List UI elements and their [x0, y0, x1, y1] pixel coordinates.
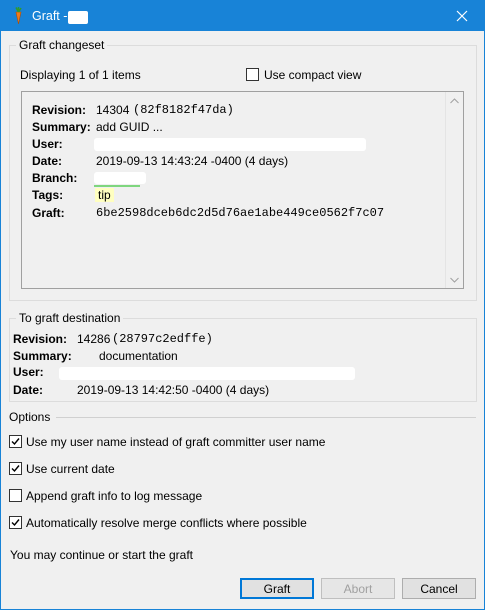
option-use-my-username-checkbox[interactable]: [9, 435, 22, 448]
graft-dialog: Graft - Graft changeset Displaying 1 of …: [0, 0, 485, 610]
checkmark-icon: [11, 519, 20, 527]
displaying-count: Displaying 1 of 1 items: [20, 68, 141, 82]
chevron-down-icon: [450, 277, 459, 283]
options-heading: Options: [9, 410, 51, 424]
window-title: Graft -: [32, 9, 68, 23]
cs-tags-label: Tags:: [32, 188, 64, 202]
option-auto-resolve-checkbox[interactable]: [9, 516, 22, 529]
redacted-dest-user-value: [59, 367, 355, 380]
scroll-up-button[interactable]: [446, 92, 463, 109]
branch-tag-underline: [94, 185, 140, 187]
vertical-scrollbar[interactable]: [445, 92, 463, 288]
cs-revision-label: Revision:: [32, 103, 87, 117]
dest-date-value: 2019-09-13 14:42:50 -0400 (4 days): [77, 383, 270, 397]
option-append-graft-info-checkbox[interactable]: [9, 489, 22, 502]
cs-date-label: Date:: [32, 154, 63, 168]
scroll-down-button[interactable]: [446, 271, 463, 288]
close-icon: [456, 10, 468, 22]
graft-destination-legend: To graft destination: [16, 311, 124, 325]
cs-summary-label: Summary:: [32, 120, 91, 134]
option-append-graft-info-label[interactable]: Append graft info to log message: [26, 489, 202, 503]
cs-graft-label: Graft:: [32, 206, 65, 220]
redacted-branch-value: [94, 172, 146, 184]
checkmark-icon: [11, 465, 20, 473]
cs-branch-label: Branch:: [32, 171, 78, 185]
graft-button[interactable]: Graft: [240, 578, 314, 599]
cs-summary-value: add GUID ...: [96, 120, 163, 134]
cs-graft-hash: 6be2598dceb6dc2d5d76ae1abe449ce0562f7c07: [96, 206, 385, 220]
cs-date-value: 2019-09-13 14:43:24 -0400 (4 days): [96, 154, 289, 168]
dest-revision-label: Revision:: [13, 332, 68, 346]
option-use-current-date-label[interactable]: Use current date: [26, 462, 115, 476]
tag-tip-badge: tip: [95, 188, 114, 202]
compact-view-checkbox[interactable]: [246, 68, 259, 81]
dest-summary-label: Summary:: [13, 349, 72, 363]
options-separator: [56, 417, 476, 418]
cs-user-label: User:: [32, 137, 63, 151]
dest-revision-number: 14286: [77, 332, 111, 346]
chevron-up-icon: [450, 97, 459, 103]
cs-revision-hash: (82f8182f47da): [133, 103, 234, 117]
graft-changeset-legend: Graft changeset: [16, 38, 108, 52]
dest-user-label: User:: [13, 365, 44, 379]
status-message: You may continue or start the graft: [10, 548, 193, 562]
checkmark-icon: [11, 438, 20, 446]
option-use-current-date-checkbox[interactable]: [9, 462, 22, 475]
dest-revision-hash: (28797c2edffe): [112, 332, 213, 346]
carrot-icon: [10, 7, 26, 25]
compact-view-label[interactable]: Use compact view: [264, 68, 361, 82]
option-use-my-username-label[interactable]: Use my user name instead of graft commit…: [26, 435, 325, 449]
title-bar: Graft -: [1, 1, 484, 31]
close-button[interactable]: [440, 1, 484, 31]
redacted-user-value: [94, 138, 366, 151]
dest-summary-value: documentation: [99, 349, 178, 363]
cancel-button[interactable]: Cancel: [402, 578, 476, 599]
option-auto-resolve-label[interactable]: Automatically resolve merge conflicts wh…: [26, 516, 307, 530]
abort-button[interactable]: Abort: [321, 578, 395, 599]
redacted-title-part: [68, 11, 88, 24]
cs-revision-number: 14304: [96, 103, 130, 117]
redacted-summary-part: [76, 350, 94, 362]
dest-date-label: Date:: [13, 383, 44, 397]
